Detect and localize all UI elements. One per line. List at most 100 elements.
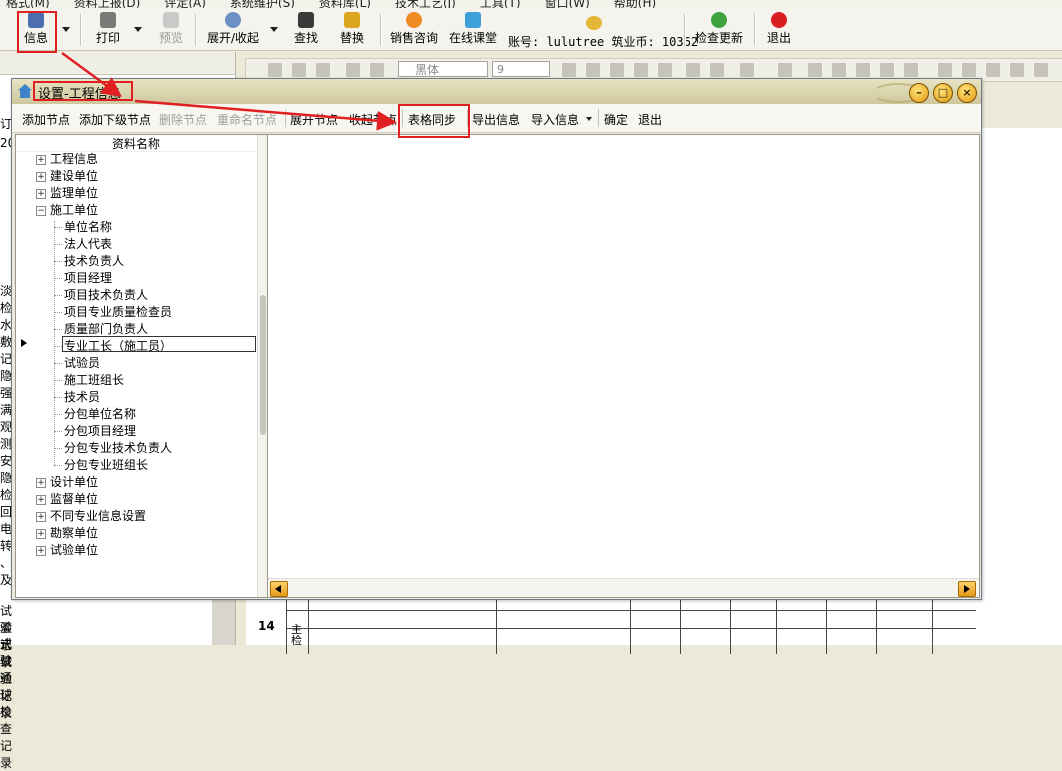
fraction-icon[interactable] xyxy=(778,63,792,77)
bold-icon[interactable] xyxy=(586,63,600,77)
tree-node-child[interactable]: 试验员 xyxy=(64,355,100,371)
tree-node-test-unit[interactable]: 试验单位 xyxy=(50,542,98,558)
tree-node-supervision-unit[interactable]: 监理单位 xyxy=(50,185,98,201)
tree-node-oversight-unit[interactable]: 监督单位 xyxy=(50,491,98,507)
tree-node-child[interactable]: 技术负责人 xyxy=(64,253,124,269)
tree-node-survey-unit[interactable]: 勘察单位 xyxy=(50,525,98,541)
maximize-button[interactable]: □ xyxy=(933,83,953,103)
plus-icon[interactable] xyxy=(686,63,700,77)
tree-node-child[interactable]: 法人代表 xyxy=(64,236,112,252)
expand-collapse-button[interactable]: 展开/收起 xyxy=(203,10,263,48)
superscript-icon[interactable] xyxy=(740,63,754,77)
expand-dropdown-arrow[interactable] xyxy=(270,27,278,32)
menu-item[interactable]: 格式(M) xyxy=(6,0,50,8)
export-info-button[interactable]: 导出信息 xyxy=(472,111,520,128)
expand-toggle-icon[interactable]: + xyxy=(36,495,46,505)
font-color-icon[interactable] xyxy=(658,63,672,77)
expand-toggle-icon[interactable]: + xyxy=(36,478,46,488)
dialog-titlebar[interactable]: 设置-工程信息 – □ × xyxy=(12,79,981,105)
import-info-button[interactable]: 导入信息 xyxy=(531,111,579,128)
tree-node-child[interactable]: 技术员 xyxy=(64,389,100,405)
add-node-button[interactable]: 添加节点 xyxy=(22,111,70,128)
tree-node-discipline-settings[interactable]: 不同专业信息设置 xyxy=(50,508,146,524)
content-hscrollbar[interactable] xyxy=(268,578,979,597)
tree-scroll-thumb[interactable] xyxy=(260,295,266,435)
menu-item[interactable]: 系统维护(S) xyxy=(230,0,295,8)
expand-toggle-icon[interactable]: + xyxy=(36,189,46,199)
find-button[interactable]: 查找 xyxy=(292,10,320,48)
menu-item[interactable]: 技术工艺(J) xyxy=(395,0,456,8)
check-update-button[interactable]: 检查更新 xyxy=(692,10,746,48)
cut-icon[interactable] xyxy=(292,63,306,77)
menu-item[interactable]: 帮助(H) xyxy=(614,0,656,8)
sales-consult-button[interactable]: 销售咨询 xyxy=(388,10,440,48)
tree-node-child[interactable]: 施工班组长 xyxy=(64,372,124,388)
collapse-node-button[interactable]: 收起节点 xyxy=(349,111,397,128)
menu-item[interactable]: 资料上报(D) xyxy=(74,0,141,8)
align-right-icon[interactable] xyxy=(856,63,870,77)
exit-button[interactable]: 退出 xyxy=(764,10,794,48)
tree-node-child[interactable]: 分包项目经理 xyxy=(64,423,136,439)
tree-node-project-info[interactable]: 工程信息 xyxy=(50,151,98,167)
undo-icon[interactable] xyxy=(346,63,360,77)
expand-toggle-icon[interactable]: + xyxy=(36,155,46,165)
tree-node-builder-unit[interactable]: 施工单位 xyxy=(50,202,98,218)
expand-toggle-icon[interactable]: + xyxy=(36,546,46,556)
menu-item[interactable]: 资料库(L) xyxy=(319,0,371,8)
tree-node-design-unit[interactable]: 设计单位 xyxy=(50,474,98,490)
format-paint-icon[interactable] xyxy=(562,63,576,77)
replace-button[interactable]: 替换 xyxy=(338,10,366,48)
menu-item[interactable]: 工具(T) xyxy=(480,0,521,8)
menu-item[interactable]: 窗口(W) xyxy=(545,0,590,8)
tree-node-child[interactable]: 项目经理 xyxy=(64,270,112,286)
close-button[interactable]: × xyxy=(957,83,977,103)
line-spacing-icon[interactable] xyxy=(904,63,918,77)
font-size-select[interactable]: 9 xyxy=(492,61,550,77)
collapse-toggle-icon[interactable]: − xyxy=(36,206,46,216)
minimize-button[interactable]: – xyxy=(909,83,929,103)
italic-icon[interactable] xyxy=(610,63,624,77)
tree-connector xyxy=(54,221,55,465)
barcode-icon[interactable] xyxy=(962,63,976,77)
expand-toggle-icon[interactable]: + xyxy=(36,512,46,522)
left-panel-scrollbar[interactable] xyxy=(212,597,235,645)
menu-item[interactable]: 评定(A) xyxy=(164,0,206,8)
online-class-button[interactable]: 在线课堂 xyxy=(447,10,499,48)
scroll-right-button[interactable] xyxy=(958,581,976,597)
tree-node-child[interactable]: 分包专业班组长 xyxy=(64,457,148,473)
expand-toggle-icon[interactable]: + xyxy=(36,172,46,182)
barcode-icon[interactable] xyxy=(986,63,1000,77)
info-dropdown-arrow[interactable] xyxy=(62,27,70,32)
dialog-exit-button[interactable]: 退出 xyxy=(638,111,662,128)
align-left-icon[interactable] xyxy=(808,63,822,77)
tree-node-child[interactable]: 项目专业质量检查员 xyxy=(64,304,172,320)
add-child-node-button[interactable]: 添加下级节点 xyxy=(79,111,151,128)
copy-icon[interactable] xyxy=(268,63,282,77)
tree-node-child[interactable]: 分包专业技术负责人 xyxy=(64,440,172,456)
barcode-icon[interactable] xyxy=(938,63,952,77)
font-select[interactable]: 黑体 xyxy=(398,61,488,77)
rename-node-button[interactable]: 重命名节点 xyxy=(217,111,277,128)
align-center-icon[interactable] xyxy=(832,63,846,77)
underline-icon[interactable] xyxy=(634,63,648,77)
tree-node-construction-unit[interactable]: 建设单位 xyxy=(50,168,98,184)
preview-button[interactable]: 预览 xyxy=(157,10,185,48)
barcode-icon[interactable] xyxy=(1010,63,1024,77)
expand-node-button[interactable]: 展开节点 xyxy=(290,111,338,128)
align-justify-icon[interactable] xyxy=(880,63,894,77)
tree-node-child[interactable]: 分包单位名称 xyxy=(64,406,136,422)
tree-node-child[interactable]: 项目技术负责人 xyxy=(64,287,148,303)
tree-node-child[interactable]: 质量部门负责人 xyxy=(64,321,148,337)
paste-icon[interactable] xyxy=(316,63,330,77)
redo-icon[interactable] xyxy=(370,63,384,77)
import-dropdown-icon[interactable] xyxy=(586,117,592,121)
expand-toggle-icon[interactable]: + xyxy=(36,529,46,539)
delete-node-button[interactable]: 删除节点 xyxy=(159,111,207,128)
print-button[interactable]: 打印 xyxy=(92,10,124,48)
barcode-icon[interactable] xyxy=(1034,63,1048,77)
tree-node-child[interactable]: 单位名称 xyxy=(64,219,112,235)
minus-icon[interactable] xyxy=(710,63,724,77)
print-dropdown-arrow[interactable] xyxy=(134,27,142,32)
scroll-left-button[interactable] xyxy=(270,581,288,597)
confirm-button[interactable]: 确定 xyxy=(604,111,628,128)
